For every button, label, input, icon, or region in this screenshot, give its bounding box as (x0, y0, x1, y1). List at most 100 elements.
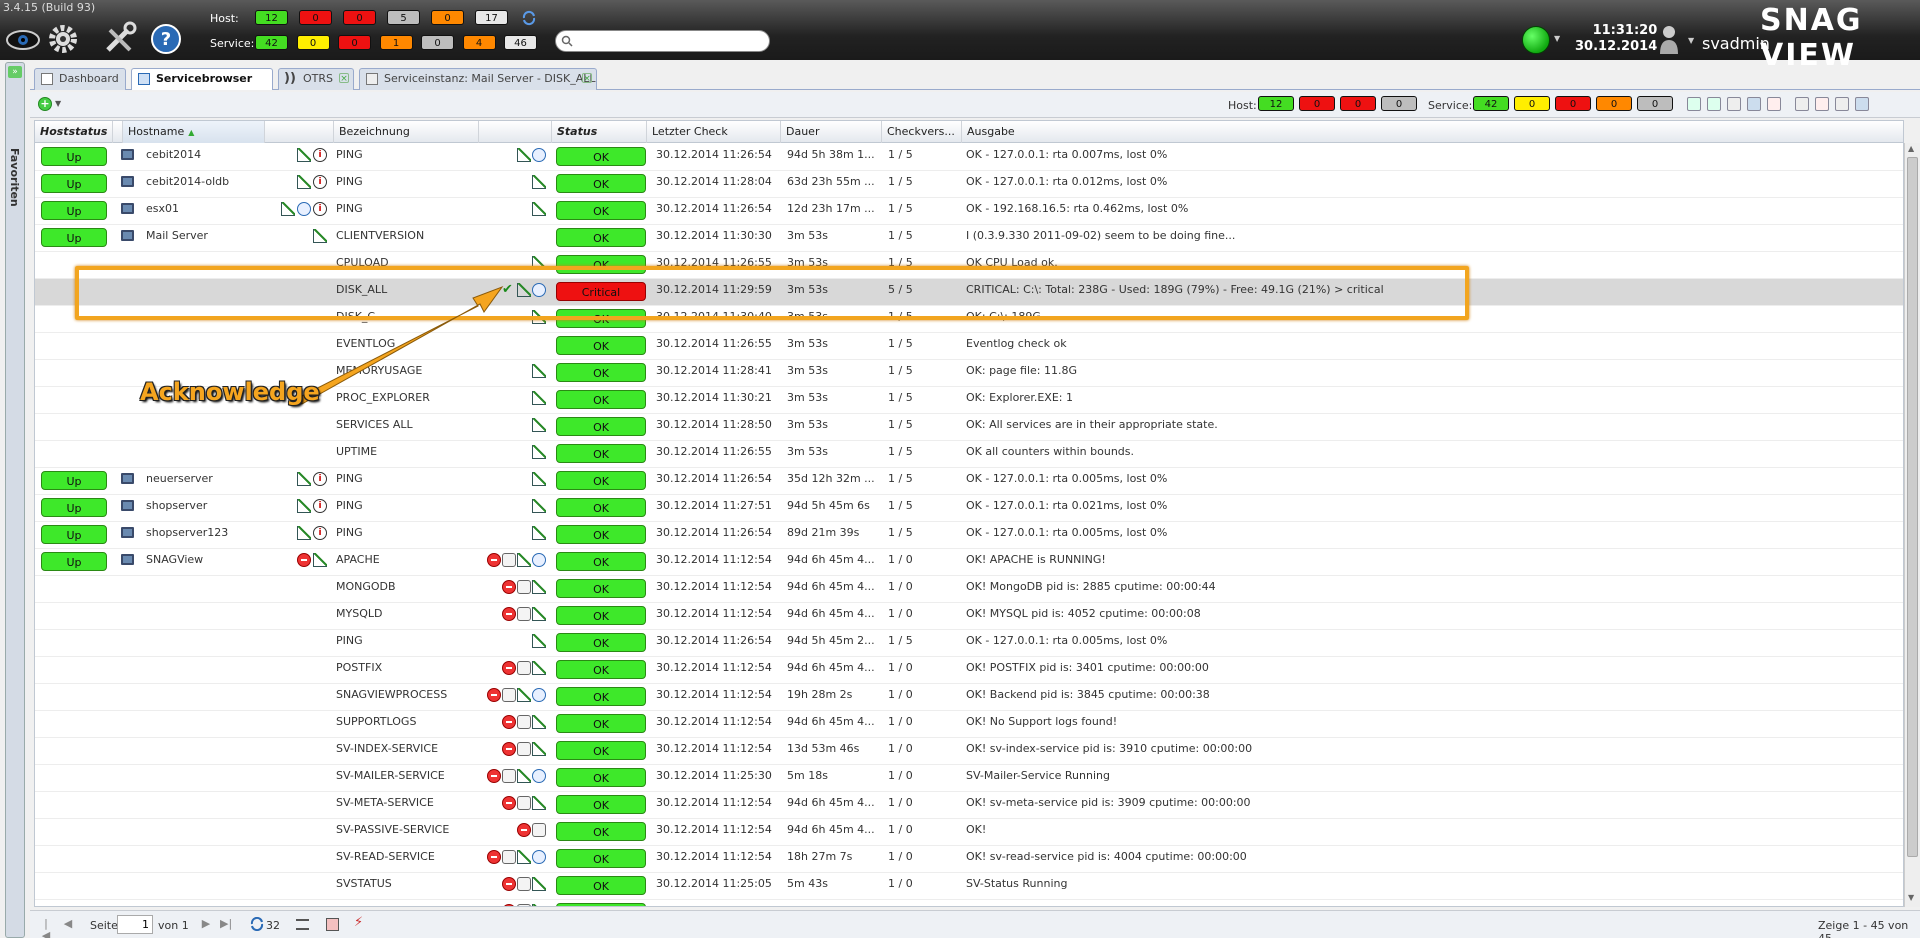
count-badge[interactable]: 0 (1340, 96, 1376, 111)
column-checkversuche[interactable]: Checkvers... (882, 121, 962, 143)
download-icon[interactable] (1795, 97, 1809, 111)
chart-icon[interactable] (532, 175, 546, 189)
stop-icon[interactable] (502, 607, 516, 621)
column-bezeichnung[interactable]: Bezeichnung (334, 121, 479, 143)
count-badge[interactable]: 12 (255, 10, 288, 25)
add-icon[interactable]: + (38, 97, 52, 111)
info-icon[interactable]: i (313, 202, 327, 216)
chart-icon[interactable] (532, 472, 546, 486)
gear-icon[interactable] (43, 18, 83, 58)
plugin-icon[interactable] (502, 850, 516, 864)
chart-icon[interactable] (532, 904, 546, 906)
close-icon[interactable]: × (582, 73, 592, 84)
system-status-icon[interactable] (1522, 26, 1550, 54)
count-badge[interactable]: 5 (387, 10, 420, 25)
count-badge[interactable]: 4 (462, 35, 496, 50)
chevron-down-icon[interactable]: ▼ (1554, 34, 1560, 43)
table-row[interactable]: POSTFIX 30.12.2014 11:12:54 94d 6h 45m 4..… (35, 657, 1903, 684)
info-icon[interactable]: i (313, 472, 327, 486)
count-badge[interactable]: 17 (475, 10, 508, 25)
count-badge[interactable]: 0 (343, 10, 376, 25)
chart-icon[interactable] (517, 553, 531, 567)
table-row[interactable]: SV-META-SERVICE 30.12.2014 11:12:54 94d 6h… (35, 792, 1903, 819)
table-row[interactable]: PING 30.12.2014 11:26:54 94d 5h 45m 2... 1 … (35, 630, 1903, 657)
table-row[interactable]: Up neuerserver PING 30.12.2014 11:26:54 35d … (35, 468, 1903, 495)
column-letzter-check[interactable]: Letzter Check (647, 121, 781, 143)
search-input[interactable] (555, 30, 770, 52)
column-hoststatus[interactable]: Hoststatus (35, 121, 113, 143)
table-row[interactable]: SUPPORTLOGS 30.12.2014 11:12:54 94d 6h 45m… (35, 711, 1903, 738)
info-icon[interactable]: i (313, 148, 327, 162)
user-menu-chevron-icon[interactable]: ▼ (1688, 36, 1694, 45)
table-row[interactable]: SV-MAILER-SERVICE 30.12.2014 11:25:30 5m 1… (35, 765, 1903, 792)
table-row[interactable]: Up SNAGView APACHE 30.12.2014 11:12:54 94d 6… (35, 549, 1903, 576)
chart-icon[interactable] (297, 499, 311, 513)
settings-icon[interactable] (1727, 97, 1741, 111)
stop-icon[interactable] (297, 553, 311, 567)
count-badge[interactable]: 0 (299, 10, 332, 25)
table-row[interactable]: SV-INDEX-SERVICE 30.12.2014 11:12:54 13d 5… (35, 738, 1903, 765)
table-row[interactable]: Up shopserver PING 30.12.2014 11:27:51 94d 5… (35, 495, 1903, 522)
column-ausgabe[interactable]: Ausgabe (962, 121, 1903, 143)
table-row[interactable]: Up esx01 PING 30.12.2014 11:26:54 12d 23h 17… (35, 198, 1903, 225)
plugin-icon[interactable] (532, 823, 546, 837)
table-row[interactable]: Up cebit2014 PING 30.12.2014 11:26:54 94d 5h… (35, 144, 1903, 171)
plugin-icon[interactable] (517, 877, 531, 891)
chart-icon[interactable] (297, 526, 311, 540)
count-badge[interactable]: 0 (1514, 96, 1550, 111)
help-icon[interactable] (1855, 97, 1869, 111)
chart-icon[interactable] (517, 148, 531, 162)
table-row[interactable]: Up cebit2014-oldb PING 30.12.2014 11:28:04 6… (35, 171, 1903, 198)
scroll-up-icon[interactable]: ▲ (1908, 144, 1914, 153)
chart-icon[interactable] (297, 148, 311, 162)
table-row[interactable]: MONGODB 30.12.2014 11:12:54 94d 6h 45m 4..… (35, 576, 1903, 603)
refresh-icon[interactable] (521, 10, 537, 26)
count-badge[interactable]: 0 (421, 35, 454, 50)
comment-icon[interactable] (532, 688, 546, 702)
stop-icon[interactable] (502, 796, 516, 810)
chart-icon[interactable] (532, 418, 546, 432)
chart-icon[interactable] (517, 850, 531, 864)
plugin-icon[interactable] (517, 661, 531, 675)
table-row[interactable]: SVSTATUS 30.12.2014 11:25:05 5m 43s 1 / 0 SV… (35, 873, 1903, 900)
plugin-icon[interactable] (517, 607, 531, 621)
chart-icon[interactable] (532, 580, 546, 594)
count-badge[interactable]: 42 (1473, 96, 1509, 111)
chart-icon[interactable] (532, 715, 546, 729)
tab-servicebrowser[interactable]: Servicebrowser (131, 68, 273, 90)
count-badge[interactable]: 1 (379, 35, 413, 50)
chart-icon[interactable] (313, 553, 327, 567)
chart-icon[interactable] (313, 229, 327, 243)
info-icon[interactable]: i (313, 499, 327, 513)
chart-icon[interactable] (532, 391, 546, 405)
count-badge[interactable]: 0 (338, 35, 371, 50)
flag-icon[interactable] (1815, 97, 1829, 111)
close-icon[interactable]: × (339, 73, 349, 84)
info-icon[interactable]: i (313, 526, 327, 540)
comment-icon[interactable] (532, 850, 546, 864)
vertical-scrollbar[interactable]: ▲ ▼ (1904, 143, 1920, 907)
comment-icon[interactable] (532, 148, 546, 162)
chart-icon[interactable] (532, 877, 546, 891)
filter-pending-icon[interactable] (1707, 97, 1721, 111)
chart-icon[interactable] (517, 769, 531, 783)
next-page-icon[interactable]: ▶ (200, 918, 212, 930)
add-menu-chevron-icon[interactable]: ▼ (55, 99, 61, 108)
column-hostname[interactable]: Hostname ▲ (123, 121, 265, 143)
stop-icon[interactable] (487, 553, 501, 567)
table-row[interactable]: Up shopserver123 PING 30.12.2014 11:26:54 89… (35, 522, 1903, 549)
chart-icon[interactable] (532, 499, 546, 513)
tools-icon[interactable] (100, 18, 140, 58)
stop-icon[interactable] (502, 904, 516, 906)
plugin-icon[interactable] (502, 769, 516, 783)
stop-icon[interactable] (502, 877, 516, 891)
chart-icon[interactable] (532, 607, 546, 621)
last-page-icon[interactable]: ▶| (220, 918, 232, 930)
column-status[interactable]: Status (552, 121, 647, 143)
table-row[interactable]: SYSLOG 30.12.2014 11:12:5494d 6h 45m 4...… (35, 900, 1903, 906)
comment-icon[interactable] (532, 769, 546, 783)
stop-icon[interactable] (517, 823, 531, 837)
column-dauer[interactable]: Dauer (781, 121, 882, 143)
print-icon[interactable] (1835, 97, 1849, 111)
chart-icon[interactable] (532, 796, 546, 810)
